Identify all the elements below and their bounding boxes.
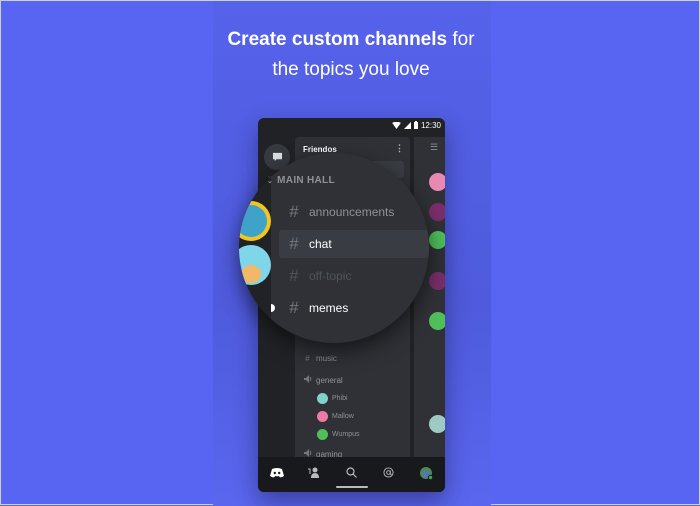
status-bar: 12:30 bbox=[258, 118, 445, 132]
member-name: Wumpus bbox=[332, 430, 360, 438]
avatar bbox=[317, 392, 328, 404]
member-avatar[interactable] bbox=[429, 312, 445, 330]
avatar bbox=[317, 428, 328, 440]
category-header[interactable]: ⌄ MAIN HALL bbox=[267, 175, 335, 186]
voice-member[interactable]: Phibi bbox=[317, 391, 406, 405]
voice-member[interactable]: Wumpus bbox=[317, 427, 406, 441]
nav-profile[interactable] bbox=[416, 463, 436, 483]
avatar-icon bbox=[420, 466, 434, 480]
nav-friends[interactable] bbox=[304, 463, 324, 483]
battery-icon bbox=[413, 121, 418, 129]
at-icon bbox=[383, 467, 394, 478]
kebab-menu-icon[interactable]: ⋮ bbox=[395, 144, 404, 153]
search-icon bbox=[346, 467, 357, 478]
signal-icon bbox=[403, 121, 411, 129]
channel-memes[interactable]: # memes bbox=[279, 294, 429, 322]
chat-bubble-icon bbox=[272, 152, 282, 162]
channel-label: music bbox=[316, 353, 337, 363]
unread-indicator bbox=[271, 304, 275, 312]
hamburger-icon[interactable]: ☰ bbox=[430, 142, 438, 153]
speaker-icon bbox=[303, 375, 312, 385]
category-label: MAIN HALL bbox=[277, 175, 335, 186]
channel-label: off-topic bbox=[309, 269, 352, 283]
channel-label: general bbox=[316, 375, 343, 385]
hash-icon: # bbox=[289, 202, 299, 221]
member-avatar[interactable] bbox=[429, 272, 445, 290]
voice-channel-general[interactable]: general bbox=[303, 373, 406, 387]
channel-label: announcements bbox=[309, 205, 395, 219]
nav-search[interactable] bbox=[341, 463, 361, 483]
headline: Create custom channels for the topics yo… bbox=[1, 25, 700, 85]
discord-logo-icon bbox=[269, 467, 284, 477]
hash-icon: # bbox=[289, 234, 299, 253]
headline-line2: the topics you love bbox=[272, 59, 430, 80]
channel-chat[interactable]: # chat bbox=[279, 230, 429, 258]
headline-bold: Create custom channels bbox=[227, 29, 448, 50]
voice-member[interactable]: Mallow bbox=[317, 409, 406, 423]
nav-mentions[interactable] bbox=[379, 463, 399, 483]
member-avatar[interactable] bbox=[429, 203, 445, 221]
magnifier-zoom: ⌄ MAIN HALL # announcements # chat # off… bbox=[239, 153, 429, 343]
chevron-down-icon: ⌄ bbox=[267, 177, 274, 185]
headline-rest: for bbox=[447, 29, 475, 50]
member-name: Phibi bbox=[332, 394, 348, 402]
channel-off-topic[interactable]: # off-topic bbox=[279, 262, 429, 290]
member-avatar[interactable] bbox=[429, 231, 445, 249]
wifi-icon bbox=[392, 121, 401, 129]
channel-announcements[interactable]: # announcements bbox=[279, 198, 429, 226]
hash-icon: # bbox=[305, 353, 310, 363]
member-avatar[interactable] bbox=[429, 173, 445, 191]
friends-icon bbox=[308, 467, 320, 478]
nav-home[interactable] bbox=[267, 463, 287, 483]
hash-icon: # bbox=[289, 298, 299, 317]
avatar bbox=[317, 410, 328, 422]
channel-label: memes bbox=[309, 301, 349, 315]
hash-icon: # bbox=[289, 266, 299, 285]
member-avatar[interactable] bbox=[429, 415, 445, 433]
home-indicator bbox=[336, 486, 368, 488]
status-time: 12:30 bbox=[420, 120, 441, 130]
channel-label: chat bbox=[309, 237, 332, 251]
member-name: Mallow bbox=[332, 412, 354, 420]
channel-music[interactable]: # music bbox=[303, 351, 406, 365]
